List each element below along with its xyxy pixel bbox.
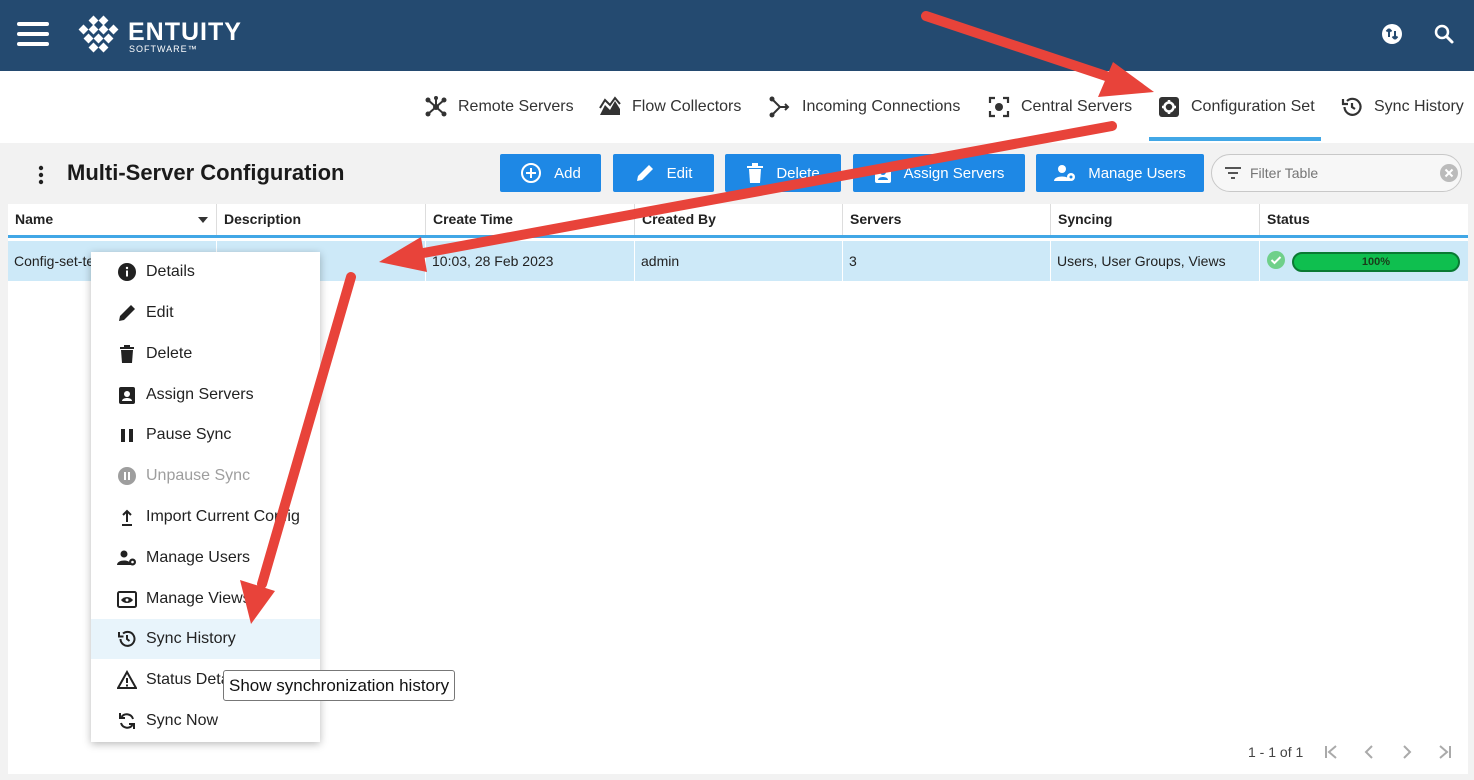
hamburger-menu-icon[interactable] xyxy=(17,22,49,46)
filter-input[interactable] xyxy=(1250,165,1430,181)
pause-icon xyxy=(121,429,133,442)
upload-icon xyxy=(122,509,132,526)
menu-item-manage-views[interactable]: Manage Views xyxy=(91,579,320,619)
tab-label: Flow Collectors xyxy=(632,98,742,115)
eye-window-icon xyxy=(117,591,137,608)
clear-icon[interactable] xyxy=(1438,162,1460,184)
network-icon xyxy=(425,96,447,117)
pencil-icon xyxy=(636,165,653,181)
history-icon xyxy=(1341,97,1362,116)
assign-servers-button[interactable]: Assign Servers xyxy=(853,154,1025,192)
tab-label: Remote Servers xyxy=(458,98,574,115)
cell-create-time: 10:03, 28 Feb 2023 xyxy=(425,241,634,281)
tab-label: Configuration Set xyxy=(1191,98,1315,115)
prev-page-icon[interactable] xyxy=(1359,742,1379,762)
add-button[interactable]: Add xyxy=(500,154,601,192)
menu-item-edit[interactable]: Edit xyxy=(91,293,320,333)
tab-bar: Remote Servers Flow Collectors Incoming … xyxy=(0,71,1474,143)
cell-syncing: Users, User Groups, Views xyxy=(1050,241,1259,281)
trash-icon xyxy=(747,163,764,183)
clipboard-user-icon xyxy=(119,387,135,404)
menu-item-pause-sync[interactable]: Pause Sync xyxy=(91,415,320,455)
menu-item-unpause-sync[interactable]: Unpause Sync xyxy=(91,456,320,496)
tab-sync-history[interactable]: Sync History xyxy=(1340,94,1464,120)
tab-label: Sync History xyxy=(1374,98,1464,115)
tab-label: Central Servers xyxy=(1021,98,1133,115)
add-button-label: Add xyxy=(554,164,581,182)
cell-created-by: admin xyxy=(634,241,842,281)
column-header-description[interactable]: Description xyxy=(216,204,425,235)
menu-item-assign-servers[interactable]: Assign Servers xyxy=(91,375,320,415)
focus-target-icon xyxy=(988,96,1010,118)
brand-name: ENTUITY xyxy=(128,18,242,46)
edit-button-label: Edit xyxy=(666,164,693,182)
menu-item-import-current-config[interactable]: Import Current Config xyxy=(91,497,320,537)
filter-icon xyxy=(1225,167,1241,179)
manage-users-button[interactable]: Manage Users xyxy=(1036,154,1204,192)
brand-sub: SOFTWARE™ xyxy=(129,44,198,54)
branch-arrow-icon xyxy=(769,96,790,118)
menu-item-details[interactable]: Details xyxy=(91,252,320,292)
last-page-icon[interactable] xyxy=(1435,742,1455,762)
next-page-icon[interactable] xyxy=(1397,742,1417,762)
sync-status-icon[interactable] xyxy=(1380,22,1404,46)
delete-button[interactable]: Delete xyxy=(725,154,841,192)
menu-item-sync-history[interactable]: Sync History xyxy=(91,619,320,659)
area-chart-icon xyxy=(599,96,621,115)
column-header-create-time[interactable]: Create Time xyxy=(425,204,634,235)
column-header-syncing[interactable]: Syncing xyxy=(1050,204,1259,235)
column-header-created-by[interactable]: Created By xyxy=(634,204,842,235)
history-icon xyxy=(118,630,136,647)
page-title: Multi-Server Configuration xyxy=(67,160,345,185)
cell-servers: 3 xyxy=(842,241,1050,281)
sync-progress-bar: 100% xyxy=(1292,252,1460,272)
clipboard-user-icon xyxy=(874,165,891,183)
gear-box-icon xyxy=(1159,97,1179,117)
tooltip: Show synchronization history xyxy=(223,670,456,701)
tab-central-servers[interactable]: Central Servers xyxy=(987,94,1132,120)
add-circle-icon xyxy=(521,163,542,183)
first-page-icon[interactable] xyxy=(1321,742,1341,762)
app-header: ENTUITY SOFTWARE™ xyxy=(0,0,1474,71)
row-context-menu: Details Edit Delete Assign Servers Pause… xyxy=(91,252,320,742)
tab-configuration-set[interactable]: Configuration Set xyxy=(1157,94,1315,120)
sync-icon xyxy=(119,713,135,729)
menu-item-delete[interactable]: Delete xyxy=(91,334,320,374)
trash-icon xyxy=(120,345,134,363)
column-header-name[interactable]: Name xyxy=(8,204,216,235)
entuity-logo: ENTUITY SOFTWARE™ xyxy=(72,15,242,57)
sort-down-icon[interactable] xyxy=(198,217,208,223)
assign-servers-button-label: Assign Servers xyxy=(903,164,1005,182)
check-circle-icon xyxy=(1267,251,1285,269)
more-vert-icon[interactable] xyxy=(33,163,49,187)
manage-users-button-label: Manage Users xyxy=(1088,164,1186,182)
table-header: Name Description Create Time Created By … xyxy=(8,204,1468,238)
tab-remote-servers[interactable]: Remote Servers xyxy=(424,94,574,120)
tab-flow-collectors[interactable]: Flow Collectors xyxy=(598,94,741,120)
tab-label: Incoming Connections xyxy=(802,98,961,115)
info-icon xyxy=(118,263,136,281)
page-range: 1 - 1 of 1 xyxy=(1248,744,1304,760)
delete-button-label: Delete xyxy=(776,164,820,182)
edit-button[interactable]: Edit xyxy=(613,154,714,192)
column-header-servers[interactable]: Servers xyxy=(842,204,1050,235)
user-gear-icon xyxy=(1054,165,1076,181)
logo-mark-icon xyxy=(78,15,119,53)
menu-item-sync-now[interactable]: Sync Now xyxy=(91,701,320,741)
pause-circle-icon xyxy=(118,467,136,485)
search-icon[interactable] xyxy=(1432,22,1456,46)
filter-field[interactable] xyxy=(1211,154,1462,192)
tab-incoming-connections[interactable]: Incoming Connections xyxy=(768,94,960,120)
pencil-icon xyxy=(119,305,135,321)
pagination: 1 - 1 of 1 xyxy=(1248,742,1455,762)
warning-icon xyxy=(117,670,137,689)
user-gear-icon xyxy=(117,550,136,566)
menu-item-manage-users[interactable]: Manage Users xyxy=(91,538,320,578)
active-tab-indicator xyxy=(1149,137,1321,141)
column-header-status[interactable]: Status xyxy=(1259,204,1468,235)
